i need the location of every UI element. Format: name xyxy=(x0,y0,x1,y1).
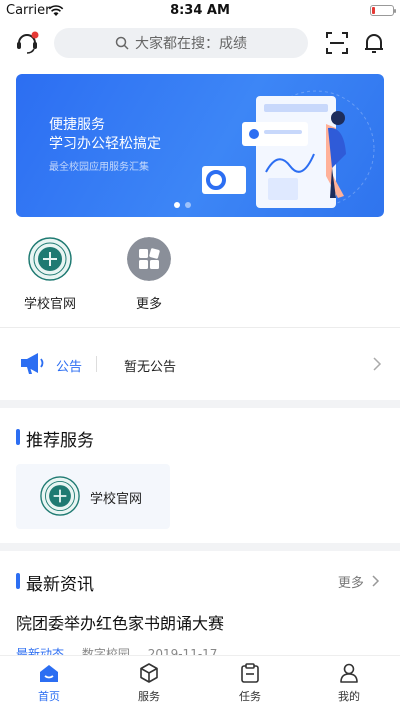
tab-task[interactable]: 任务 xyxy=(220,662,280,704)
megaphone-icon xyxy=(21,353,44,374)
section-gap xyxy=(0,543,400,551)
bottom-tab-bar: 首页 服务 任务 我的 xyxy=(0,655,400,710)
banner-illustration xyxy=(202,90,375,208)
notice-label: 公告 xyxy=(56,360,83,375)
banner-caption: 最全校园应用服务汇集 xyxy=(49,162,149,173)
grid-icon xyxy=(127,237,171,281)
notice-separator xyxy=(96,356,97,372)
tab-label: 任务 xyxy=(239,690,261,703)
clipboard-icon xyxy=(241,663,259,683)
search-bar[interactable]: 大家都在搜：成绩 xyxy=(54,28,308,58)
battery-icon xyxy=(370,5,396,16)
news-more-link[interactable]: 更多 xyxy=(338,572,380,591)
tab-label: 首页 xyxy=(38,690,60,703)
notice-text: 暂无公告 xyxy=(124,360,177,375)
section-accent-bar xyxy=(16,429,20,445)
service-card-school-site[interactable]: 学校官网 xyxy=(16,464,170,529)
banner-dot[interactable] xyxy=(174,202,180,208)
chevron-right-icon xyxy=(373,357,382,371)
more-label: 更多 xyxy=(337,576,364,591)
school-logo-icon xyxy=(40,476,80,516)
banner-subtitle: 学习办公轻松搞定 xyxy=(49,136,161,152)
news-title: 最新资讯 xyxy=(26,575,94,595)
recommended-title: 推荐服务 xyxy=(26,431,94,451)
banner-dot[interactable] xyxy=(185,202,191,208)
school-logo-icon xyxy=(28,237,72,281)
chevron-right-icon xyxy=(372,575,380,587)
status-bar: Carrier 8:34 AM xyxy=(0,0,400,22)
tab-service[interactable]: 服务 xyxy=(119,662,179,704)
quick-app-label: 学校官网 xyxy=(23,297,76,312)
section-gap xyxy=(0,400,400,408)
cube-icon xyxy=(140,663,158,683)
banner-title: 便捷服务 xyxy=(49,117,105,133)
search-placeholder: 大家都在搜：成绩 xyxy=(135,36,247,52)
service-card-label: 学校官网 xyxy=(90,492,143,507)
quick-app-more[interactable]: 更多 xyxy=(113,237,185,312)
customer-service-icon[interactable] xyxy=(14,30,40,56)
status-time: 8:34 AM xyxy=(170,3,230,18)
tab-label: 我的 xyxy=(338,690,360,703)
tab-home[interactable]: 首页 xyxy=(19,662,79,704)
search-icon xyxy=(115,36,129,50)
user-icon xyxy=(340,663,358,683)
tab-label: 服务 xyxy=(138,690,160,703)
scan-icon[interactable] xyxy=(324,30,350,56)
banner-pagination xyxy=(174,202,191,208)
home-icon xyxy=(40,665,58,682)
quick-app-label: 更多 xyxy=(135,297,162,312)
tab-mine[interactable]: 我的 xyxy=(319,662,379,704)
news-item-title[interactable]: 院团委举办红色家书朗诵大赛 xyxy=(16,610,224,634)
quick-app-school-site[interactable]: 学校官网 xyxy=(14,237,86,312)
bell-icon[interactable] xyxy=(361,30,387,56)
promo-banner[interactable]: 便捷服务 学习办公轻松搞定 最全校园应用服务汇集 xyxy=(16,74,384,217)
section-accent-bar xyxy=(16,573,20,589)
